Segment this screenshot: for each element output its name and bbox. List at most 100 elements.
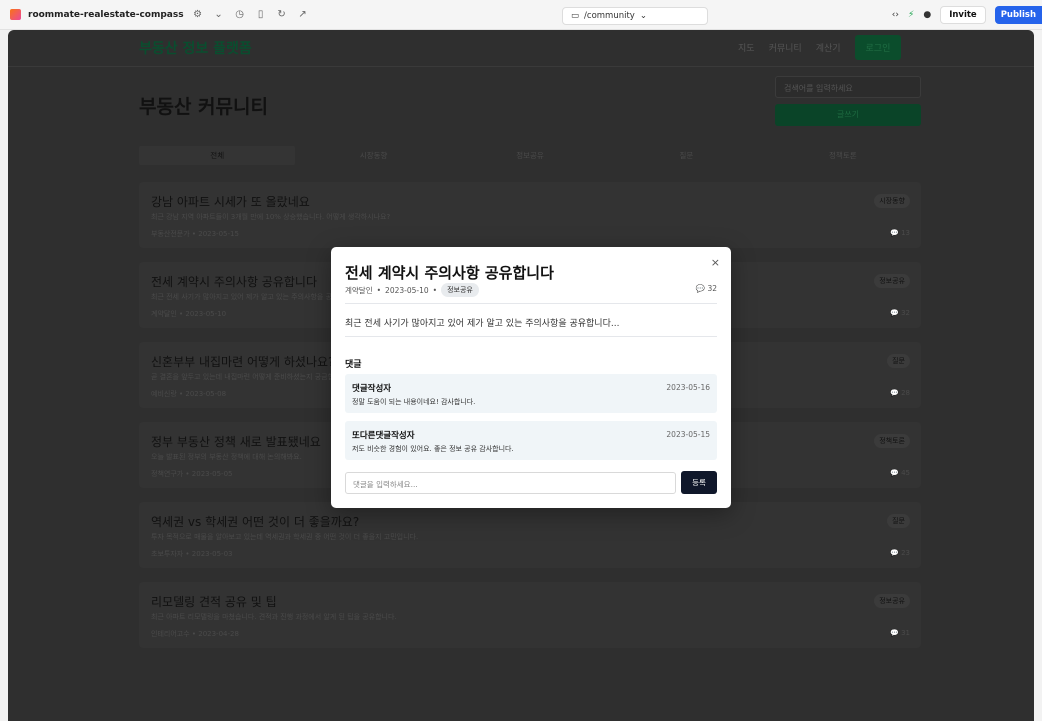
post-date: 2023-05-15 bbox=[198, 230, 239, 238]
nav-calculator[interactable]: 계산기 bbox=[816, 41, 841, 54]
category-tabs: 전체 시장동향 정보공유 질문 정책토론 bbox=[139, 146, 921, 165]
login-button[interactable]: 로그인 bbox=[854, 35, 902, 60]
history-icon[interactable]: ◷ bbox=[233, 9, 247, 20]
site-header: 부동산 정보 플랫폼 지도 커뮤니티 계산기 로그인 bbox=[8, 30, 1034, 67]
code-icon[interactable]: ‹› bbox=[892, 10, 899, 20]
post-date: 2023-05-03 bbox=[191, 550, 233, 558]
divider bbox=[345, 303, 717, 304]
modal-comment-count-value: 32 bbox=[707, 284, 717, 293]
post-card[interactable]: 강남 아파트 시세가 또 올랐네요 최근 강남 지역 아파트들이 3개월 만에 … bbox=[139, 182, 921, 248]
submit-comment-button[interactable]: 등록 bbox=[681, 471, 717, 494]
comment-author: 댓글작성자 bbox=[352, 384, 392, 394]
modal-comment-count: 💬 32 bbox=[696, 284, 717, 293]
category-badge: 정보공유 bbox=[874, 594, 910, 608]
category-badge: 정책토론 bbox=[874, 434, 910, 448]
meta-separator: • bbox=[376, 285, 382, 295]
tab-info[interactable]: 정보공유 bbox=[452, 146, 608, 165]
comment-input[interactable]: 댓글을 입력하세요... bbox=[345, 472, 676, 494]
nav-map[interactable]: 지도 bbox=[738, 41, 755, 54]
comment-count-value: 13 bbox=[901, 229, 910, 237]
modal-author: 계약달인 bbox=[345, 285, 373, 295]
comment-count-value: 31 bbox=[901, 629, 910, 637]
post-author: 부동산전문가 bbox=[151, 230, 190, 238]
publish-button[interactable]: Publish bbox=[994, 6, 1042, 24]
tab-question[interactable]: 질문 bbox=[608, 146, 764, 165]
post-author: 정책연구가 bbox=[151, 470, 184, 478]
title-row: 부동산 커뮤니티 검색어를 입력하세요 글쓰기 bbox=[8, 67, 1034, 145]
comment-item: 또다른댓글작성자 2023-05-15 저도 비슷한 경험이 있어요. 좋은 정… bbox=[345, 421, 717, 460]
monitor-icon: ▭ bbox=[571, 11, 580, 21]
category-badge: 정보공유 bbox=[874, 274, 910, 288]
post-meta: 인테리어고수 • 2023-04-28 bbox=[151, 630, 239, 638]
comment-date: 2023-05-15 bbox=[666, 430, 710, 439]
app-logo-icon[interactable] bbox=[10, 9, 21, 20]
write-post-button[interactable]: 글쓰기 bbox=[775, 104, 921, 126]
post-title: 신혼부부 내집마련 어떻게 하셨나요? bbox=[151, 355, 335, 369]
category-badge: 질문 bbox=[887, 514, 910, 528]
post-date: 2023-05-08 bbox=[185, 390, 227, 398]
project-name[interactable]: roommate-realestate-compass bbox=[28, 10, 184, 20]
comment-count: 💬 45 bbox=[890, 469, 910, 477]
bolt-icon[interactable]: ⚡ bbox=[908, 10, 914, 20]
external-link-icon[interactable]: ↗ bbox=[296, 9, 310, 20]
refresh-icon[interactable]: ↻ bbox=[275, 9, 289, 20]
comment-count: 💬 31 bbox=[890, 629, 910, 637]
settings-icon[interactable]: ⚙ bbox=[191, 9, 205, 20]
comment-icon: 💬 bbox=[890, 629, 899, 637]
post-excerpt: 최근 강남 지역 아파트들이 3개월 만에 10% 상승했습니다. 어떻게 생각… bbox=[151, 213, 391, 221]
comment-count-value: 45 bbox=[901, 469, 910, 477]
post-card[interactable]: 역세권 vs 학세권 어떤 것이 더 좋을까요? 투자 목적으로 매물을 알아보… bbox=[139, 502, 921, 568]
url-bar[interactable]: ▭ /community ⌄ bbox=[562, 7, 708, 25]
modal-title: 전세 계약시 주의사항 공유합니다 bbox=[345, 264, 554, 282]
divider bbox=[345, 336, 717, 337]
meta-separator: • bbox=[432, 285, 438, 295]
comment-date: 2023-05-16 bbox=[666, 383, 710, 392]
comment-icon: 💬 bbox=[890, 309, 899, 317]
modal-content: 최근 전세 사기가 많아지고 있어 제가 알고 있는 주의사항을 공유합니다..… bbox=[345, 319, 620, 329]
post-author: 계약달인 bbox=[151, 310, 177, 318]
modal-meta: 계약달인 • 2023-05-10 • 정보공유 bbox=[345, 283, 479, 297]
post-meta: 정책연구가 • 2023-05-05 bbox=[151, 470, 233, 478]
category-badge: 질문 bbox=[887, 354, 910, 368]
tab-all[interactable]: 전체 bbox=[139, 146, 296, 165]
post-title: 정부 부동산 정책 새로 발표됐네요 bbox=[151, 435, 321, 449]
category-badge: 정보공유 bbox=[441, 283, 479, 297]
invite-button[interactable]: Invite bbox=[940, 6, 986, 24]
page-title: 부동산 커뮤니티 bbox=[139, 96, 268, 118]
comment-icon: 💬 bbox=[890, 389, 899, 397]
nav-community[interactable]: 커뮤니티 bbox=[769, 41, 802, 54]
close-icon[interactable]: × bbox=[711, 256, 720, 269]
chevron-down-icon[interactable]: ⌄ bbox=[212, 9, 226, 20]
site-brand[interactable]: 부동산 정보 플랫폼 bbox=[139, 38, 252, 58]
post-author: 초보투자자 bbox=[151, 550, 184, 558]
post-date: 2023-05-05 bbox=[191, 470, 233, 478]
post-date: 2023-05-10 bbox=[185, 310, 227, 318]
comment-text: 저도 비슷한 경험이 있어요. 좋은 정보 공유 감사합니다. bbox=[352, 445, 514, 453]
post-detail-modal: × 전세 계약시 주의사항 공유합니다 계약달인 • 2023-05-10 • … bbox=[331, 247, 731, 508]
main-nav: 지도 커뮤니티 계산기 로그인 bbox=[738, 35, 902, 60]
comment-count: 💬 23 bbox=[890, 549, 910, 557]
post-title: 리모델링 견적 공유 및 팁 bbox=[151, 595, 277, 609]
github-icon[interactable]: ● bbox=[923, 10, 931, 20]
post-excerpt: 곧 결혼을 앞두고 있는데 내집마련 어떻게 준비하셨는지 궁금합니다. bbox=[151, 373, 350, 381]
tab-policy[interactable]: 정책토론 bbox=[765, 146, 921, 165]
chevron-down-icon: ⌄ bbox=[639, 11, 647, 21]
comment-count: 💬 28 bbox=[890, 389, 910, 397]
tab-market[interactable]: 시장동향 bbox=[295, 146, 451, 165]
post-date: 2023-04-28 bbox=[198, 630, 239, 638]
post-meta: 계약달인 • 2023-05-10 bbox=[151, 310, 227, 318]
post-meta: 초보투자자 • 2023-05-03 bbox=[151, 550, 233, 558]
comment-item: 댓글작성자 2023-05-16 정말 도움이 되는 내용이네요! 감사합니다. bbox=[345, 374, 717, 413]
comments-heading: 댓글 bbox=[345, 360, 362, 370]
comment-count-value: 32 bbox=[901, 309, 910, 317]
search-input[interactable]: 검색어를 입력하세요 bbox=[775, 76, 921, 98]
comment-author: 또다른댓글작성자 bbox=[352, 431, 415, 441]
post-meta: 예비신랑 • 2023-05-08 bbox=[151, 390, 227, 398]
sidebar-toggle-icon[interactable]: ▯ bbox=[254, 9, 268, 20]
post-card[interactable]: 리모델링 견적 공유 및 팁 최근 아파트 리모델링을 마쳤습니다. 견적과 진… bbox=[139, 582, 921, 648]
modal-date: 2023-05-10 bbox=[385, 285, 429, 295]
comment-count-value: 23 bbox=[901, 549, 910, 557]
browser-toolbar: roommate-realestate-compass ⚙ ⌄ ◷ ▯ ↻ ↗ … bbox=[0, 0, 1042, 30]
post-meta: 부동산전문가 • 2023-05-15 bbox=[151, 230, 239, 238]
post-title: 강남 아파트 시세가 또 올랐네요 bbox=[151, 195, 310, 209]
